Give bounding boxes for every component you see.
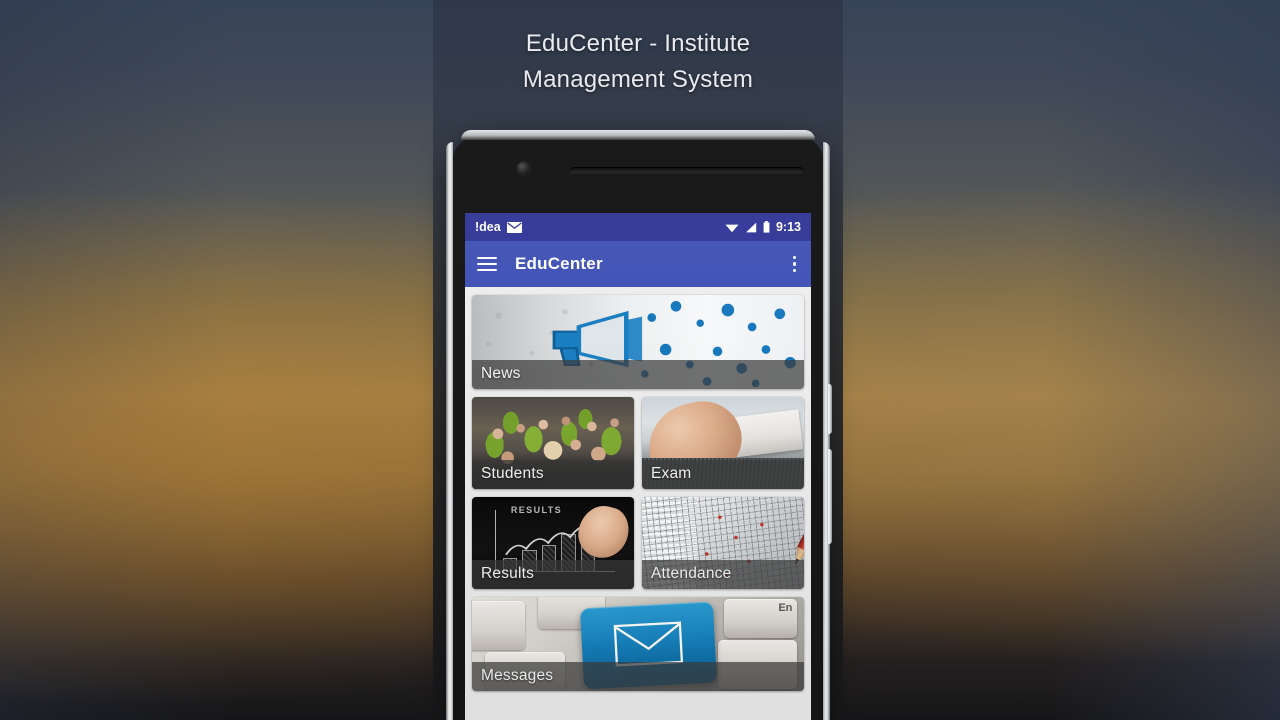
phone-frame-top xyxy=(461,130,815,140)
envelope-icon xyxy=(506,221,522,233)
cellular-signal-icon xyxy=(745,222,757,232)
tile-news[interactable]: News xyxy=(472,295,804,389)
enter-key-label: En xyxy=(778,601,793,614)
chalk-title: RESULTS xyxy=(510,505,563,516)
battery-icon xyxy=(763,221,770,233)
tile-label: Attendance xyxy=(642,560,804,589)
phone-screen: !dea 9:13 EduCenter News Students Exam R… xyxy=(465,213,811,720)
tile-label: Results xyxy=(472,560,634,589)
tile-grid: News Students Exam RESULTS Results Atten… xyxy=(465,287,811,720)
tile-results[interactable]: RESULTS Results xyxy=(472,497,634,589)
status-bar-left: !dea xyxy=(475,220,522,234)
earpiece-speaker xyxy=(570,167,804,176)
overflow-menu-icon[interactable] xyxy=(790,252,799,276)
tile-row: En Messages xyxy=(472,597,804,691)
tile-label: Messages xyxy=(472,662,804,691)
wifi-icon xyxy=(725,224,739,232)
phone-frame-left xyxy=(446,142,453,720)
tile-row: News xyxy=(472,295,804,389)
tile-row: Students Exam xyxy=(472,397,804,489)
phone-mockup: !dea 9:13 EduCenter News Students Exam R… xyxy=(446,130,832,720)
status-bar-right: 9:13 xyxy=(725,220,801,234)
tile-label: News xyxy=(472,360,804,389)
tile-messages[interactable]: En Messages xyxy=(472,597,804,691)
enter-key: En xyxy=(724,598,798,639)
tile-label: Students xyxy=(472,460,634,489)
tile-row: RESULTS Results Attendance xyxy=(472,497,804,589)
page-title-line1: EduCenter - Institute xyxy=(525,30,751,57)
app-bar: EduCenter xyxy=(465,241,811,287)
hamburger-menu-icon[interactable] xyxy=(477,256,497,272)
power-button[interactable] xyxy=(827,384,832,434)
tile-attendance[interactable]: Attendance xyxy=(642,497,804,589)
tile-label: Exam xyxy=(642,460,804,489)
app-bar-title: EduCenter xyxy=(515,254,603,273)
tile-students[interactable]: Students xyxy=(472,397,634,489)
tile-exam[interactable]: Exam xyxy=(642,397,804,489)
status-bar: !dea 9:13 xyxy=(465,213,811,241)
front-camera-icon xyxy=(517,162,530,175)
carrier-label: !dea xyxy=(475,220,501,234)
clock-label: 9:13 xyxy=(775,220,801,234)
page-title-line2: Management System xyxy=(522,66,754,93)
page-title: EduCenter - Institute Management System xyxy=(433,26,843,98)
volume-button[interactable] xyxy=(827,449,832,544)
